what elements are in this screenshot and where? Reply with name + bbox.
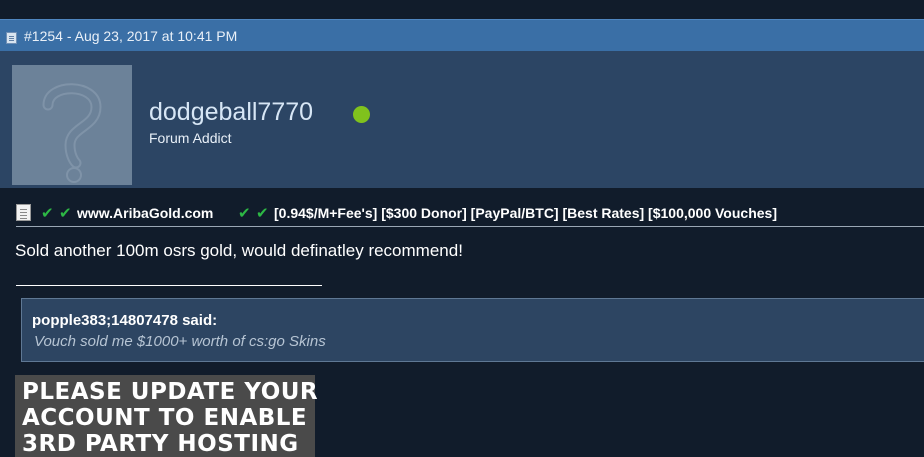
top-strip — [0, 0, 924, 19]
username-link[interactable]: dodgeball7770 — [149, 98, 313, 127]
question-mark-icon — [42, 83, 102, 183]
post-message: Sold another 100m osrs gold, would defin… — [15, 241, 463, 260]
check-icon: ✔ — [59, 205, 72, 222]
quote-block: popple383;14807478 said: Vouch sold me $… — [21, 298, 924, 362]
thread-title: ✔ ✔ www.AribaGold.com ✔ ✔ [0.94$/M+Fee's… — [16, 202, 924, 232]
hosting-line-2: ACCOUNT TO ENABLE — [22, 405, 308, 431]
default-avatar[interactable] — [12, 65, 132, 185]
quote-author: popple383;14807478 said: — [32, 312, 218, 329]
post-body: ✔ ✔ www.AribaGold.com ✔ ✔ [0.94$/M+Fee's… — [0, 188, 924, 457]
check-icon: ✔ — [238, 205, 251, 222]
thread-title-details: [0.94$/M+Fee's] [$300 Donor] [PayPal/BTC… — [274, 205, 777, 221]
quote-text: Vouch sold me $1000+ worth of cs:go Skin… — [34, 333, 326, 350]
signature-divider — [16, 285, 322, 286]
check-icon: ✔ — [256, 205, 269, 222]
page-icon — [16, 204, 31, 221]
user-title: Forum Addict — [149, 130, 232, 146]
third-party-hosting-image: PLEASE UPDATE YOUR ACCOUNT TO ENABLE 3RD… — [15, 375, 319, 457]
post-document-icon — [6, 32, 17, 44]
hosting-line-3: 3RD PARTY HOSTING — [22, 431, 299, 457]
user-info-panel: dodgeball7770 Forum Addict — [0, 51, 924, 188]
thread-title-site: www.AribaGold.com — [77, 205, 214, 221]
post-header: #1254 - Aug 23, 2017 at 10:41 PM — [0, 19, 924, 51]
check-icon: ✔ — [41, 205, 54, 222]
title-divider — [16, 226, 924, 227]
post-date-link[interactable]: #1254 - Aug 23, 2017 at 10:41 PM — [24, 28, 237, 44]
hosting-line-1: PLEASE UPDATE YOUR — [22, 379, 319, 405]
online-status-icon — [353, 106, 370, 123]
